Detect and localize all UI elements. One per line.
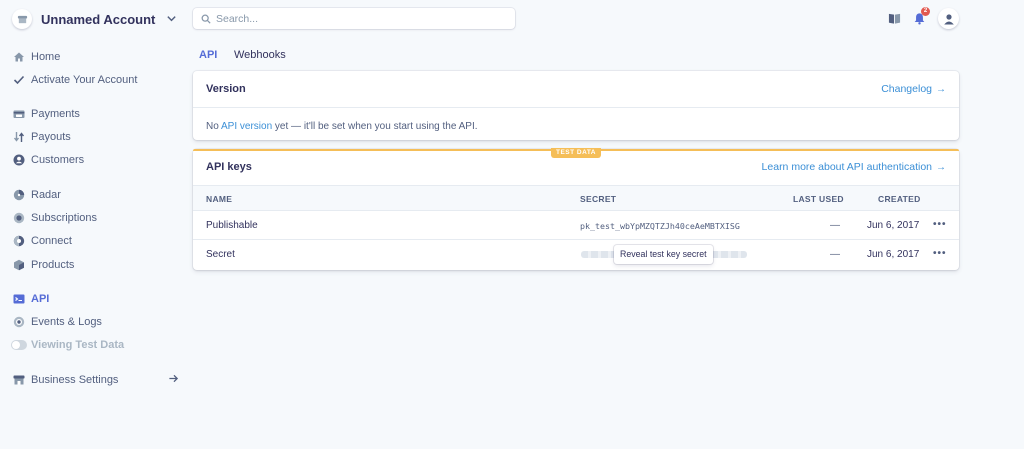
arrow-right-icon: →	[936, 161, 946, 173]
sidebar-item-label: Events & Logs	[31, 316, 102, 328]
column-last-used: LAST USED	[793, 194, 844, 204]
learn-more-link[interactable]: Learn more about API authentication →	[762, 161, 946, 173]
payouts-icon	[13, 131, 25, 143]
last-used-value: —	[830, 249, 840, 260]
more-options-icon[interactable]: •••	[933, 248, 947, 259]
more-options-icon[interactable]: •••	[933, 219, 947, 230]
avatar[interactable]	[938, 8, 959, 29]
account-switcher[interactable]: Unnamed Account	[12, 8, 180, 30]
publishable-key-value[interactable]: pk_test_wbYpMZQTZJh40ceAeMBTXISG	[580, 221, 740, 231]
user-icon	[943, 13, 954, 24]
book-icon	[888, 13, 900, 24]
sidebar-item-label: Viewing Test Data	[31, 339, 125, 351]
notifications-button[interactable]: 2	[911, 7, 930, 26]
arrow-right-icon: →	[936, 83, 946, 95]
sidebar-item-payouts[interactable]: Payouts	[13, 128, 71, 146]
events-icon	[13, 316, 25, 328]
learn-more-label: Learn more about API authentication	[761, 161, 932, 173]
sidebar-item-payments[interactable]: Payments	[13, 105, 80, 123]
sidebar-item-home[interactable]: Home	[13, 48, 60, 66]
created-value: Jun 6, 2017	[867, 220, 920, 231]
products-icon	[13, 259, 25, 271]
api-keys-title: API keys	[206, 161, 252, 173]
sidebar-item-subscriptions[interactable]: Subscriptions	[13, 209, 97, 227]
sidebar-item-events-logs[interactable]: Events & Logs	[13, 313, 102, 331]
radar-icon	[13, 189, 25, 201]
sidebar-item-connect[interactable]: Connect	[13, 232, 72, 250]
table-header: NAME SECRET LAST USED CREATED	[193, 186, 959, 211]
sidebar-item-activate-account[interactable]: Activate Your Account	[13, 71, 137, 89]
key-name: Publishable	[206, 220, 258, 231]
version-card-header: Version Changelog →	[193, 71, 959, 108]
sidebar-item-products[interactable]: Products	[13, 256, 74, 274]
last-used-value: —	[830, 220, 840, 231]
check-icon	[13, 74, 25, 86]
table-row: Publishable pk_test_wbYpMZQTZJh40ceAeMBT…	[193, 211, 959, 240]
sidebar-item-customers[interactable]: Customers	[13, 151, 84, 169]
sidebar-item-label: Subscriptions	[31, 212, 98, 224]
reveal-secret-button[interactable]: Reveal test key secret	[614, 245, 713, 264]
api-icon	[13, 293, 25, 305]
sidebar-item-viewing-test-data[interactable]: Viewing Test Data	[11, 336, 124, 354]
payments-icon	[13, 108, 25, 120]
sidebar-item-label: Business Settings	[31, 374, 119, 386]
business-settings-icon	[13, 374, 25, 386]
sidebar-item-label: API	[31, 293, 50, 305]
changelog-link[interactable]: Changelog →	[881, 83, 946, 95]
api-version-link[interactable]: API version	[221, 121, 272, 132]
test-data-badge: TEST DATA	[551, 148, 602, 158]
version-text-after: yet — it'll be set when you start using …	[272, 121, 478, 132]
store-icon	[17, 15, 27, 23]
api-keys-card: TEST DATA API keys Learn more about API …	[193, 148, 959, 270]
created-value: Jun 6, 2017	[867, 249, 920, 260]
version-text-before: No	[206, 121, 222, 132]
search-input[interactable]	[216, 12, 506, 25]
column-name: NAME	[206, 194, 233, 204]
sidebar-item-label: Products	[31, 259, 75, 271]
table-row: Secret Reveal test key secret — Jun 6, 2…	[193, 240, 959, 269]
sidebar-item-label: Payouts	[31, 131, 71, 143]
subscriptions-icon	[13, 212, 25, 224]
sidebar-item-label: Payments	[31, 108, 80, 120]
tab-api[interactable]: API	[199, 49, 217, 61]
version-message: No API version yet — it'll be set when y…	[193, 108, 959, 145]
sidebar-item-label: Customers	[31, 154, 85, 166]
sidebar-item-api[interactable]: API	[13, 290, 49, 308]
column-created: CREATED	[878, 194, 921, 204]
column-secret: SECRET	[580, 194, 617, 204]
connect-icon	[13, 235, 25, 247]
search-bar[interactable]	[193, 8, 515, 29]
version-card: Version Changelog → No API version yet —…	[193, 71, 959, 140]
notification-badge: 2	[921, 7, 930, 16]
toggle-icon[interactable]	[11, 340, 27, 350]
tab-webhooks[interactable]: Webhooks	[234, 49, 286, 61]
sidebar-item-label: Connect	[31, 235, 72, 247]
sidebar-item-label: Home	[31, 51, 61, 63]
account-logo	[12, 9, 32, 29]
arrow-right-icon[interactable]	[168, 373, 179, 384]
sidebar: Unnamed Account Home Activate Your Accou…	[0, 0, 185, 449]
sidebar-item-radar[interactable]: Radar	[13, 186, 61, 204]
sidebar-item-business-settings[interactable]: Business Settings	[13, 371, 118, 389]
customers-icon	[13, 154, 25, 166]
account-name: Unnamed Account	[41, 11, 156, 27]
key-name: Secret	[206, 249, 235, 260]
search-icon	[201, 14, 211, 24]
changelog-label: Changelog	[881, 83, 932, 95]
home-icon	[13, 51, 25, 63]
docs-button[interactable]	[886, 10, 902, 26]
chevron-down-icon	[167, 16, 176, 22]
sidebar-item-label: Radar	[31, 189, 61, 201]
sidebar-item-label: Activate Your Account	[31, 74, 138, 86]
version-card-title: Version	[206, 83, 246, 95]
